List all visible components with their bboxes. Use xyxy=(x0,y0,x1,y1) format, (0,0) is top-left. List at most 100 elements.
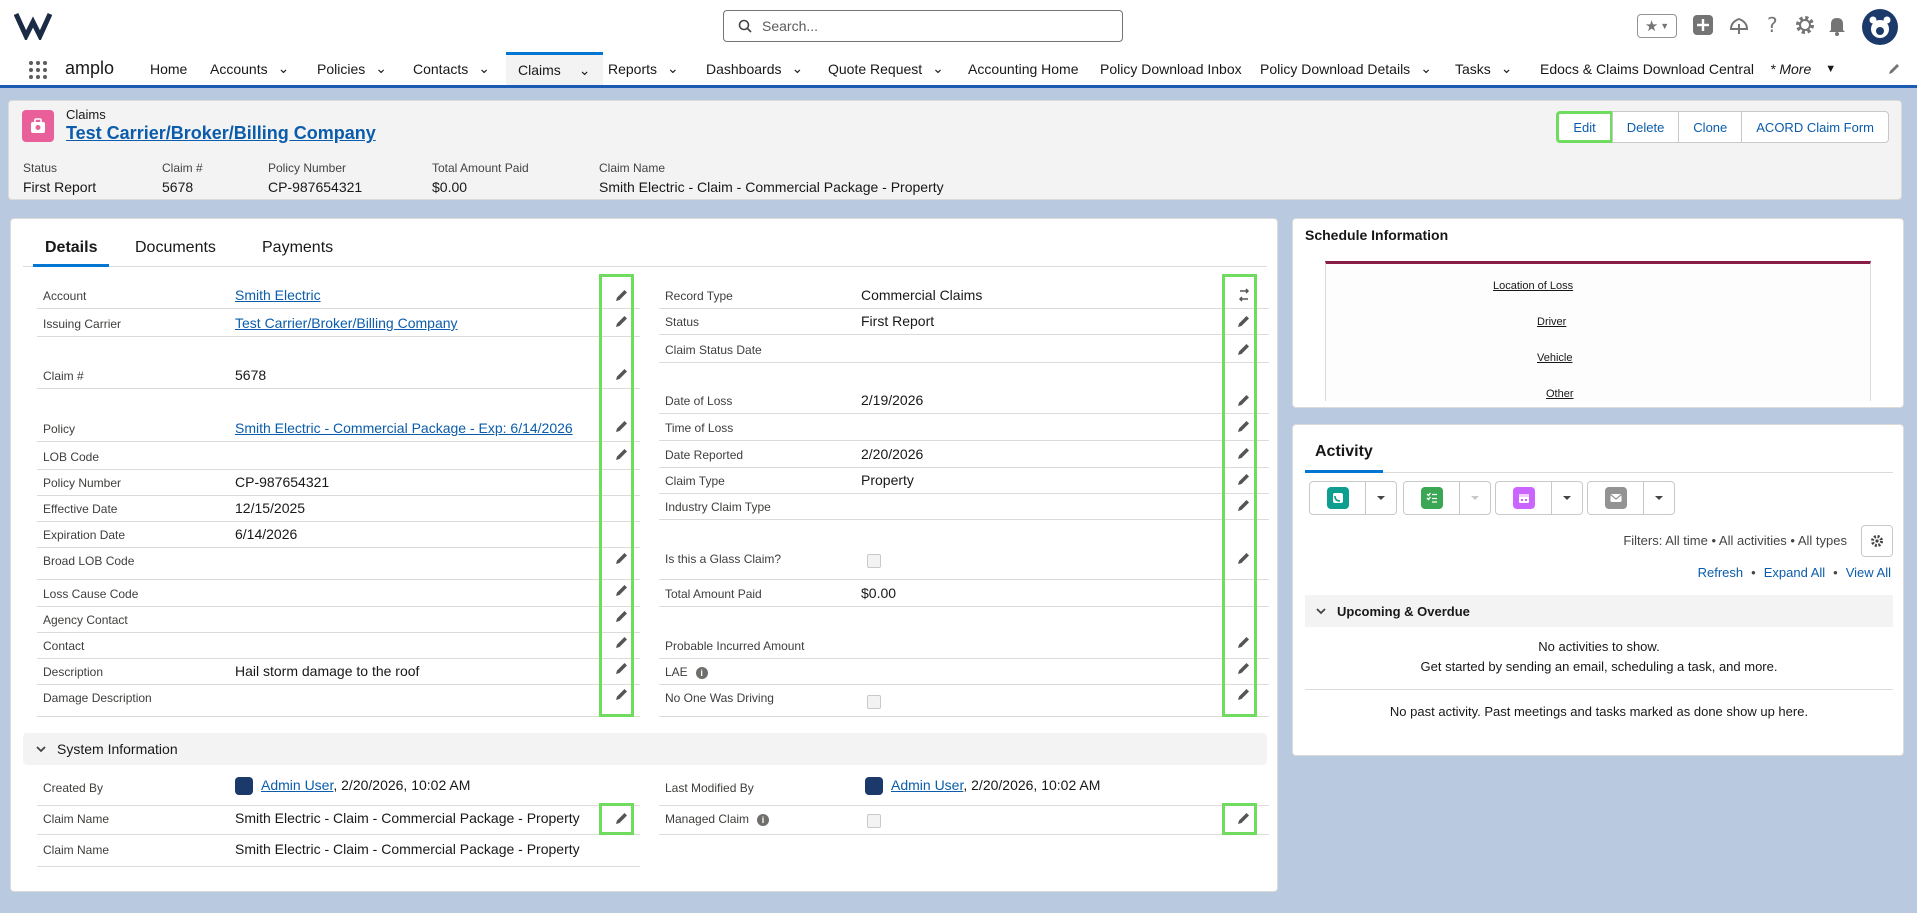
send-email-button[interactable] xyxy=(1587,481,1675,515)
issuing-carrier-link[interactable]: Test Carrier/Broker/Billing Company xyxy=(235,315,458,331)
app-launcher-icon[interactable] xyxy=(28,60,48,80)
location-of-loss-link[interactable]: Location of Loss xyxy=(1493,280,1573,292)
field-record-type: Record Type Commercial Claims xyxy=(659,283,1269,309)
gear-icon xyxy=(1871,535,1883,547)
policy-link[interactable]: Smith Electric - Commercial Package - Ex… xyxy=(235,420,573,436)
activity-card: Activity Filters: All time • All activit… xyxy=(1292,424,1904,756)
bell-icon[interactable] xyxy=(1826,14,1848,36)
field-account: Account Smith Electric xyxy=(37,283,640,309)
separator: • xyxy=(1833,565,1838,580)
delete-button[interactable]: Delete xyxy=(1611,111,1680,143)
tab-documents[interactable]: Documents xyxy=(123,231,228,267)
nav-item-quote-request[interactable]: Quote Request ⌄ xyxy=(828,52,944,85)
nav-item-reports[interactable]: Reports ⌄ xyxy=(608,52,679,85)
info-icon[interactable]: i xyxy=(695,666,708,679)
field-label: Issuing Carrier xyxy=(43,317,122,331)
log-call-main[interactable] xyxy=(1310,482,1366,514)
field-label: Status xyxy=(665,315,700,329)
app-logo[interactable] xyxy=(14,10,52,40)
field-label: LAE i xyxy=(665,665,708,679)
field-label: No One Was Driving xyxy=(665,691,774,705)
chevron-down-icon[interactable]: ⌄ xyxy=(667,60,679,77)
nav-item-home[interactable]: Home xyxy=(150,52,187,85)
email-icon xyxy=(1604,487,1627,509)
chevron-down-icon[interactable] xyxy=(1460,482,1490,514)
nav-item-policy-download-details[interactable]: Policy Download Details ⌄ xyxy=(1260,52,1432,85)
nav-label: Accounts xyxy=(210,60,268,77)
refresh-link[interactable]: Refresh xyxy=(1698,565,1744,580)
created-by-user-link[interactable]: Admin User xyxy=(261,777,333,793)
other-link[interactable]: Other xyxy=(1546,388,1574,400)
record-title[interactable]: Test Carrier/Broker/Billing Company xyxy=(66,123,376,144)
chevron-down-icon[interactable]: ⌄ xyxy=(1420,60,1432,77)
nav-item-accounting-home[interactable]: Accounting Home xyxy=(968,52,1079,85)
user-avatar[interactable] xyxy=(1862,9,1898,45)
acord-claim-form-button[interactable]: ACORD Claim Form xyxy=(1741,111,1889,143)
new-event-button[interactable] xyxy=(1495,481,1583,515)
help-icon[interactable]: ? xyxy=(1762,14,1784,36)
send-email-main[interactable] xyxy=(1588,482,1644,514)
chevron-down-icon[interactable]: ⌄ xyxy=(579,62,591,79)
field-label: Contact xyxy=(43,639,85,653)
nav-item-policies[interactable]: Policies ⌄ xyxy=(317,52,387,85)
new-event-main[interactable] xyxy=(1496,482,1552,514)
nav-item-dashboards[interactable]: Dashboards ⌄ xyxy=(706,52,803,85)
no-one-driving-checkbox[interactable] xyxy=(867,695,881,709)
chevron-down-icon[interactable]: ⌄ xyxy=(278,60,290,77)
new-task-main[interactable] xyxy=(1404,482,1460,514)
chevron-down-icon[interactable]: ▼ xyxy=(1825,63,1836,75)
nav-label: Dashboards xyxy=(706,60,782,77)
field-label: Date Reported xyxy=(665,448,744,462)
info-icon[interactable]: i xyxy=(757,813,770,826)
chevron-down-icon[interactable]: ⌄ xyxy=(932,60,944,77)
vehicle-link[interactable]: Vehicle xyxy=(1537,352,1572,364)
search-input[interactable]: Search... xyxy=(723,10,1123,42)
edit-button[interactable]: Edit xyxy=(1556,111,1613,143)
nav-item-policy-download-inbox[interactable]: Policy Download Inbox xyxy=(1100,52,1242,85)
add-icon[interactable] xyxy=(1692,14,1714,36)
tab-payments[interactable]: Payments xyxy=(250,231,345,267)
nav-item-tasks[interactable]: Tasks ⌄ xyxy=(1455,52,1513,85)
avatar-icon xyxy=(1869,16,1891,38)
system-information-section[interactable]: System Information xyxy=(23,733,1267,765)
glass-claim-checkbox[interactable] xyxy=(867,554,881,568)
nav-item-contacts[interactable]: Contacts ⌄ xyxy=(413,52,490,85)
managed-claim-checkbox[interactable] xyxy=(867,814,881,828)
chevron-down-icon[interactable]: ⌄ xyxy=(375,60,387,77)
filter-settings-button[interactable] xyxy=(1861,525,1893,557)
nav-item-claims[interactable]: Claims ⌄ xyxy=(506,52,603,85)
nav-item-accounts[interactable]: Accounts ⌄ xyxy=(210,52,289,85)
phone-icon xyxy=(1326,487,1349,509)
favorites-button[interactable]: ★ ▼ xyxy=(1637,14,1677,38)
chevron-down-icon[interactable] xyxy=(1644,482,1674,514)
field-value: Commercial Claims xyxy=(861,287,983,303)
chevron-down-icon[interactable] xyxy=(1366,482,1396,514)
nav-item-more[interactable]: * More ▼ xyxy=(1770,52,1836,85)
chevron-down-icon[interactable]: ⌄ xyxy=(478,60,490,77)
log-call-button[interactable] xyxy=(1309,481,1397,515)
nav-label: Policy Download Inbox xyxy=(1100,60,1242,77)
chevron-down-icon[interactable]: ⌄ xyxy=(1501,60,1513,77)
activity-tab[interactable]: Activity xyxy=(1305,437,1893,473)
new-task-button[interactable] xyxy=(1403,481,1491,515)
driver-link[interactable]: Driver xyxy=(1537,316,1566,328)
highlight-value: Smith Electric - Claim - Commercial Pack… xyxy=(599,179,944,195)
field-date-reported: Date Reported 2/20/2026 xyxy=(659,442,1269,468)
nav-label: Policy Download Details xyxy=(1260,60,1411,77)
upcoming-overdue-section[interactable]: Upcoming & Overdue xyxy=(1305,595,1893,627)
account-link[interactable]: Smith Electric xyxy=(235,287,321,303)
clone-button[interactable]: Clone xyxy=(1678,111,1743,143)
nav-label: Accounting Home xyxy=(968,60,1079,77)
edit-nav-icon[interactable] xyxy=(1887,62,1901,76)
view-all-link[interactable]: View All xyxy=(1846,565,1891,580)
nav-item-edocs[interactable]: Edocs & Claims Download Central xyxy=(1540,52,1754,85)
chevron-down-icon xyxy=(1316,608,1326,615)
chevron-down-icon[interactable]: ⌄ xyxy=(792,60,804,77)
modified-by-user-link[interactable]: Admin User xyxy=(891,777,963,793)
expand-all-link[interactable]: Expand All xyxy=(1764,565,1825,580)
tab-details[interactable]: Details xyxy=(33,231,110,267)
field-lob-code: LOB Code xyxy=(37,444,640,470)
gear-icon[interactable] xyxy=(1794,14,1816,36)
trailhead-icon[interactable] xyxy=(1728,14,1750,36)
chevron-down-icon[interactable] xyxy=(1552,482,1582,514)
